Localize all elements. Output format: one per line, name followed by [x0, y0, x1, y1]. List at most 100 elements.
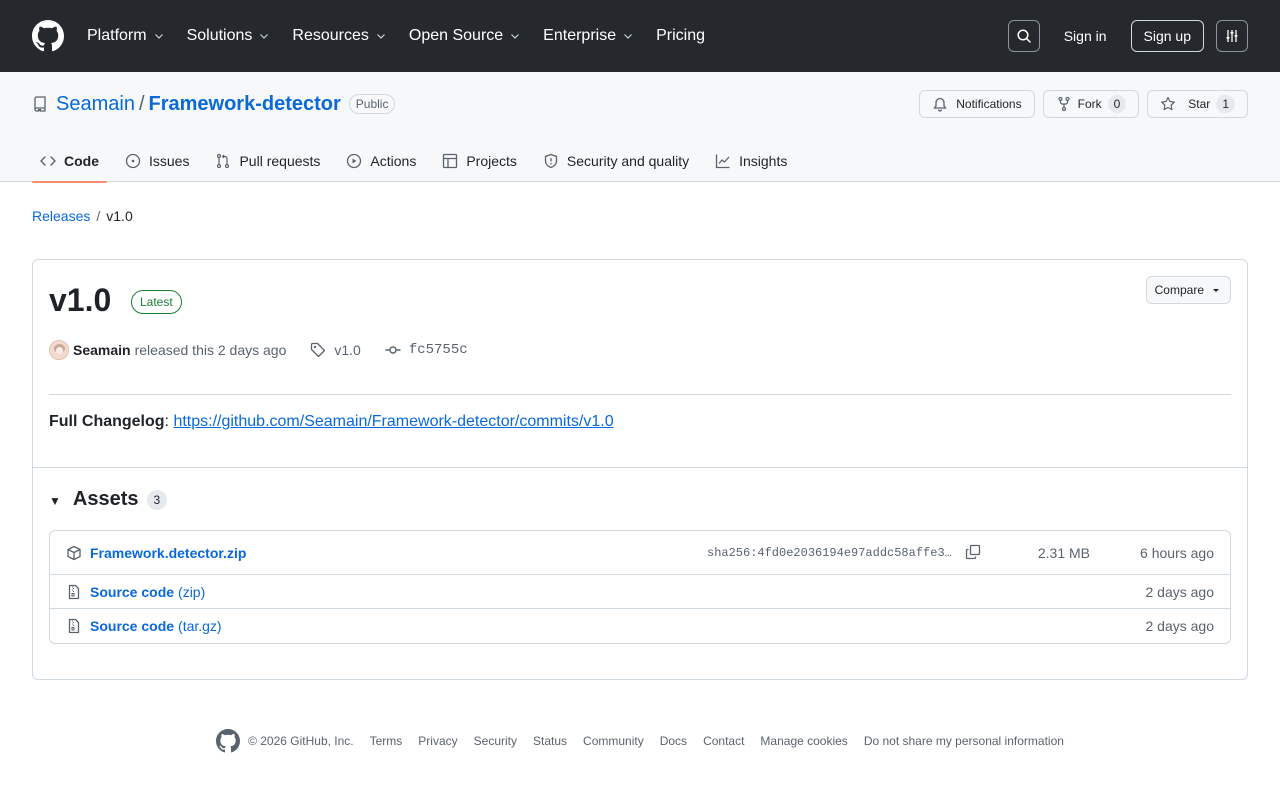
graph-icon	[715, 154, 730, 169]
tab-label: Insights	[739, 153, 788, 169]
chevron-down-icon	[511, 34, 520, 39]
source-zip-link[interactable]: Source code (zip)	[90, 584, 205, 600]
footer-link-privacy[interactable]: Privacy	[418, 734, 457, 748]
tab-security[interactable]: Security and quality	[535, 140, 697, 182]
changelog-label: Full Changelog	[49, 413, 165, 430]
notifications-button[interactable]: Notifications	[919, 90, 1035, 118]
asset-row: Source code (tar.gz) 2 days ago	[50, 609, 1230, 643]
nav-pricing[interactable]: Pricing	[656, 27, 705, 45]
changelog-url-link[interactable]: https://github.com/Seamain/Framework-det…	[173, 413, 613, 430]
nav-label: Resources	[292, 27, 369, 44]
tab-pull-requests[interactable]: Pull requests	[207, 140, 328, 182]
nav-label: Open Source	[408, 27, 504, 44]
repo-tabs: Code Issues Pull requests Actions Projec…	[32, 140, 805, 183]
shield-icon	[544, 153, 558, 169]
footer-link-manage-cookies[interactable]: Manage cookies	[760, 734, 847, 748]
footer-link-terms[interactable]: Terms	[370, 734, 403, 748]
search-icon	[1017, 29, 1031, 43]
visibility-badge: Public	[348, 94, 396, 114]
tab-actions[interactable]: Actions	[338, 140, 424, 182]
nav-resources[interactable]: Resources	[292, 27, 386, 45]
footer-link-community[interactable]: Community	[583, 734, 644, 748]
global-nav: Platform Solutions Resources Open Source…	[87, 27, 705, 45]
asset-name-link[interactable]: Framework.detector.zip	[90, 545, 246, 561]
repo-name-link[interactable]: Framework-detector	[149, 93, 341, 116]
tab-code[interactable]: Code	[32, 140, 107, 183]
repo-owner-link[interactable]: Seamain	[56, 93, 135, 116]
asset-time: 6 hours ago	[1140, 544, 1214, 561]
header-actions: Sign in Sign up	[1007, 20, 1248, 52]
star-label: Star	[1188, 97, 1211, 111]
tab-label: Projects	[466, 153, 517, 169]
assets-list: Framework.detector.zip sha256:4fd0e20361…	[49, 530, 1231, 644]
avatar[interactable]	[49, 340, 69, 360]
nav-open-source[interactable]: Open Source	[409, 27, 521, 45]
tab-label: Issues	[149, 153, 190, 169]
nav-solutions[interactable]: Solutions	[187, 27, 271, 45]
assets-title: Assets	[72, 488, 139, 510]
notifications-label: Notifications	[956, 97, 1022, 111]
commit-sha: fc5755c	[408, 342, 468, 358]
release-meta: Seamain released this 2 days ago v1.0 fc…	[49, 340, 468, 360]
nav-label: Solutions	[186, 27, 253, 44]
divider	[49, 394, 1231, 395]
footer-link-status[interactable]: Status	[533, 734, 567, 748]
assets-toggle[interactable]: ▼ Assets 3	[49, 488, 168, 511]
copy-icon	[965, 544, 981, 560]
search-button[interactable]	[1007, 20, 1040, 52]
released-text: released this 2 days ago	[134, 342, 287, 358]
commit-link[interactable]: fc5755c	[385, 342, 468, 358]
settings-menu-button[interactable]	[1216, 20, 1248, 52]
repo-header: Seamain / Framework-detector Public Noti…	[0, 72, 1280, 183]
table-icon	[443, 153, 458, 169]
repo-separator: /	[138, 92, 145, 115]
asset-name: Source code	[90, 618, 175, 634]
release-title[interactable]: v1.0	[49, 282, 111, 319]
nav-label: Platform	[87, 27, 147, 44]
chevron-down-icon	[154, 34, 163, 39]
nav-platform[interactable]: Platform	[87, 27, 165, 45]
footer-link-security[interactable]: Security	[474, 734, 517, 748]
star-count: 1	[1216, 95, 1235, 113]
copy-sha-button[interactable]	[965, 544, 981, 560]
breadcrumb-current: v1.0	[106, 208, 133, 224]
sign-up-button[interactable]: Sign up	[1130, 20, 1204, 52]
code-icon	[40, 156, 56, 166]
nav-label: Pricing	[656, 27, 705, 44]
assets-count: 3	[146, 489, 168, 510]
author-link[interactable]: Seamain	[73, 342, 131, 358]
sign-in-link[interactable]: Sign in	[1056, 28, 1115, 44]
release-card: v1.0 Latest Compare Seamain released thi…	[32, 259, 1248, 680]
star-button[interactable]: Star 1	[1147, 90, 1248, 118]
tag-link[interactable]: v1.0	[310, 342, 361, 358]
footer-copyright: © 2026 GitHub, Inc.	[248, 734, 354, 748]
fork-button[interactable]: Fork 0	[1042, 90, 1140, 118]
footer-link-contact[interactable]: Contact	[703, 734, 744, 748]
compare-label: Compare	[1154, 283, 1204, 297]
tab-issues[interactable]: Issues	[117, 140, 197, 182]
tag-icon	[311, 342, 326, 358]
sliders-icon	[1226, 30, 1238, 42]
asset-ext: (tar.gz)	[178, 618, 222, 634]
tab-projects[interactable]: Projects	[434, 140, 525, 182]
chevron-down-icon	[624, 34, 633, 39]
nav-enterprise[interactable]: Enterprise	[543, 27, 634, 45]
breadcrumb: Releases / v1.0	[32, 208, 133, 224]
chevron-down-icon	[376, 34, 385, 39]
source-targz-link[interactable]: Source code (tar.gz)	[90, 618, 222, 634]
github-logo-icon[interactable]	[216, 729, 241, 753]
releases-link[interactable]: Releases	[32, 208, 90, 224]
compare-button[interactable]: Compare	[1145, 276, 1231, 304]
fork-count: 0	[1107, 95, 1127, 113]
play-icon	[347, 153, 362, 169]
global-header: Platform Solutions Resources Open Source…	[0, 0, 1280, 72]
tab-insights[interactable]: Insights	[707, 140, 795, 182]
latest-badge: Latest	[131, 290, 182, 314]
asset-size: 2.31 MB	[1037, 544, 1090, 561]
asset-sha: sha256:4fd0e2036194e97addc58affe3…	[707, 545, 952, 560]
footer-link-do-not-share[interactable]: Do not share my personal information	[864, 734, 1064, 748]
github-logo-icon[interactable]	[32, 20, 64, 52]
asset-time: 2 days ago	[1145, 618, 1215, 634]
footer-link-docs[interactable]: Docs	[660, 734, 687, 748]
fork-label: Fork	[1077, 97, 1102, 111]
